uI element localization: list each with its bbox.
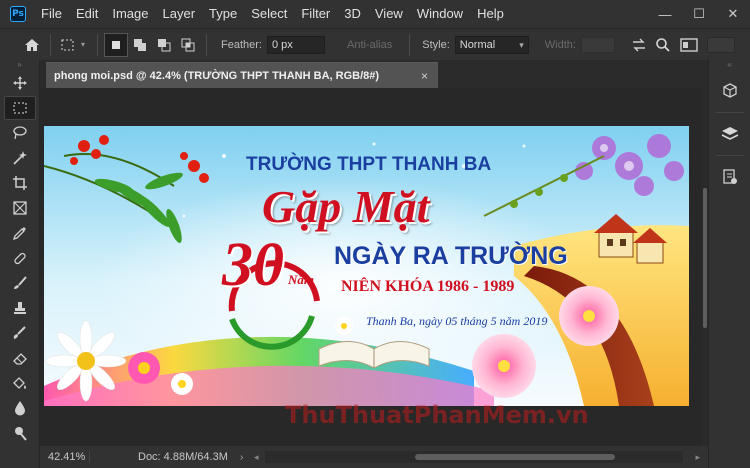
banner-anniversary-number: 30 bbox=[222, 231, 284, 299]
banner-subtitle: NGÀY RA TRƯỜNG bbox=[334, 242, 568, 270]
anti-alias-checkbox[interactable]: Anti-alias bbox=[347, 39, 392, 51]
marquee-preset-icon[interactable] bbox=[57, 33, 81, 57]
separator bbox=[206, 33, 208, 56]
maximize-button[interactable]: ☐ bbox=[682, 0, 716, 28]
panel-grip-icon[interactable]: « bbox=[709, 60, 750, 70]
new-selection-icon[interactable] bbox=[104, 32, 129, 57]
workspace-icon[interactable] bbox=[677, 33, 701, 57]
magic-wand-tool-icon[interactable] bbox=[4, 146, 36, 170]
horizontal-scroll-thumb[interactable] bbox=[414, 454, 615, 460]
eraser-tool-icon[interactable] bbox=[4, 346, 36, 370]
menu-bar: Ps File Edit Image Layer Type Select Fil… bbox=[0, 0, 750, 28]
blur-tool-icon[interactable] bbox=[4, 396, 36, 420]
layers-panel-icon[interactable] bbox=[715, 119, 745, 149]
add-selection-icon[interactable] bbox=[128, 33, 152, 57]
paint-bucket-tool-icon[interactable] bbox=[4, 371, 36, 395]
subtract-selection-icon[interactable] bbox=[152, 33, 176, 57]
banner-title: Gặp Mặt bbox=[262, 181, 430, 232]
style-label: Style: bbox=[422, 38, 450, 51]
lasso-tool-icon[interactable] bbox=[4, 121, 36, 145]
menu-view[interactable]: View bbox=[368, 0, 410, 28]
separator bbox=[409, 33, 411, 56]
banner-date-line: Thanh Ba, ngày 05 tháng 5 năm 2019 bbox=[366, 314, 548, 328]
menu-3d[interactable]: 3D bbox=[337, 0, 368, 28]
move-tool-icon[interactable] bbox=[4, 71, 36, 95]
healing-brush-tool-icon[interactable] bbox=[4, 246, 36, 270]
intersect-selection-icon[interactable] bbox=[176, 33, 200, 57]
menu-image[interactable]: Image bbox=[105, 0, 155, 28]
panel-grip-icon[interactable]: » bbox=[0, 60, 39, 70]
vertical-scroll-thumb[interactable] bbox=[703, 188, 707, 328]
style-value: Normal bbox=[459, 38, 496, 51]
banner-years: NIÊN KHÓA 1986 - 1989 bbox=[341, 278, 515, 295]
feather-label: Feather: bbox=[221, 38, 262, 51]
history-brush-tool-icon[interactable] bbox=[4, 321, 36, 345]
dodge-tool-icon[interactable] bbox=[4, 421, 36, 445]
chevron-down-icon[interactable]: ▾ bbox=[81, 40, 85, 49]
separator bbox=[716, 112, 744, 113]
window-controls: — ☐ ✕ bbox=[648, 0, 750, 28]
eyedropper-tool-icon[interactable] bbox=[4, 221, 36, 245]
banner-school-name: TRƯỜNG THPT THANH BA bbox=[246, 154, 492, 175]
menu-filter[interactable]: Filter bbox=[294, 0, 337, 28]
home-icon[interactable] bbox=[20, 33, 44, 57]
separator bbox=[97, 33, 99, 56]
width-label: Width: bbox=[544, 38, 576, 51]
options-bar: ▾ Feather: 0 px Anti-alias Style: Normal… bbox=[0, 28, 750, 60]
menu-select[interactable]: Select bbox=[244, 0, 294, 28]
share-box[interactable] bbox=[706, 36, 735, 53]
photoshop-logo: Ps bbox=[10, 6, 26, 22]
banner-nam-label: Năm bbox=[288, 272, 314, 287]
panel-dock: « bbox=[708, 60, 750, 468]
document-size-info[interactable]: Doc: 4.88M/64.3M bbox=[90, 451, 240, 463]
rectangular-marquee-tool-icon[interactable] bbox=[4, 96, 36, 120]
scroll-right-icon[interactable]: ▸ bbox=[695, 452, 700, 463]
status-menu-arrow[interactable]: › bbox=[240, 452, 254, 463]
menu-type[interactable]: Type bbox=[202, 0, 244, 28]
document-tab[interactable]: phong moi.psd @ 42.4% (TRƯỜNG THPT THANH… bbox=[46, 62, 438, 88]
watermark-text: ThuThuatPhanMem.vn bbox=[285, 401, 589, 429]
status-bar: 42.41% Doc: 4.88M/64.3M › ◂ ▸ bbox=[40, 446, 708, 468]
menu-file[interactable]: File bbox=[34, 0, 69, 28]
tab-close-icon[interactable]: × bbox=[421, 69, 428, 83]
brush-tool-icon[interactable] bbox=[4, 271, 36, 295]
zoom-level[interactable]: 42.41% bbox=[40, 451, 90, 463]
document-tab-bar: phong moi.psd @ 42.4% (TRƯỜNG THPT THANH… bbox=[40, 60, 708, 88]
menu-layer[interactable]: Layer bbox=[156, 0, 203, 28]
separator bbox=[50, 33, 51, 56]
menu-edit[interactable]: Edit bbox=[69, 0, 105, 28]
width-input[interactable] bbox=[580, 36, 615, 53]
swap-icon[interactable] bbox=[627, 33, 651, 57]
document-tab-title: phong moi.psd @ 42.4% (TRƯỜNG THPT THANH… bbox=[54, 69, 380, 82]
menu-window[interactable]: Window bbox=[410, 0, 470, 28]
chevron-down-icon: ▾ bbox=[519, 39, 524, 50]
frame-tool-icon[interactable] bbox=[4, 196, 36, 220]
libraries-panel-icon[interactable] bbox=[715, 162, 745, 192]
menu-help[interactable]: Help bbox=[470, 0, 511, 28]
canvas-area[interactable]: TRƯỜNG THPT THANH BA Gặp Mặt 30 Năm NGÀY… bbox=[40, 88, 702, 446]
tools-panel: » bbox=[0, 60, 40, 468]
clone-stamp-tool-icon[interactable] bbox=[4, 296, 36, 320]
style-select[interactable]: Normal ▾ bbox=[454, 35, 529, 54]
close-button[interactable]: ✕ bbox=[716, 0, 750, 28]
3d-panel-icon[interactable] bbox=[715, 76, 745, 106]
search-icon[interactable] bbox=[651, 33, 675, 57]
minimize-button[interactable]: — bbox=[648, 0, 682, 28]
crop-tool-icon[interactable] bbox=[4, 171, 36, 195]
separator bbox=[716, 155, 744, 156]
document-canvas[interactable]: TRƯỜNG THPT THANH BA Gặp Mặt 30 Năm NGÀY… bbox=[44, 126, 689, 406]
feather-input[interactable]: 0 px bbox=[266, 35, 325, 54]
horizontal-scrollbar[interactable] bbox=[264, 451, 684, 463]
scroll-left-icon[interactable]: ◂ bbox=[254, 452, 259, 463]
